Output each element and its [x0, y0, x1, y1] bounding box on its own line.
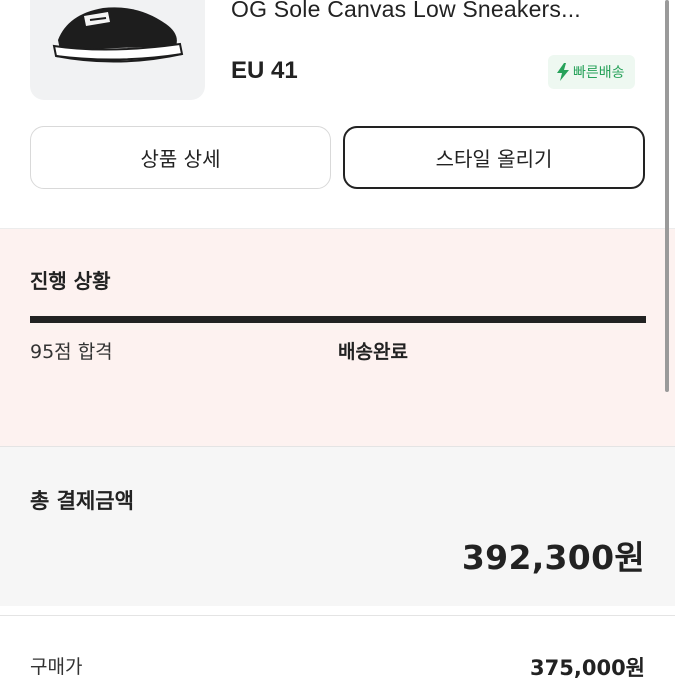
- progress-title: 진행 상황: [30, 269, 111, 293]
- section-divider: [0, 606, 675, 615]
- sneaker-image: [52, 7, 184, 63]
- delivery-stage: 배송완료: [338, 341, 408, 363]
- payment-total: 392,300원: [461, 538, 645, 577]
- progress-section: 진행 상황 95점 합격 배송완료: [0, 228, 675, 447]
- purchase-price-value: 375,000원: [530, 656, 645, 680]
- purchase-price-row: 구매가 375,000원: [0, 615, 675, 680]
- product-name[interactable]: OG Sole Canvas Low Sneakers...: [231, 0, 581, 23]
- scrollbar[interactable]: [665, 0, 669, 392]
- progress-bar: [30, 316, 646, 323]
- fast-delivery-label: 빠른배송: [573, 65, 625, 81]
- post-style-button[interactable]: 스타일 올리기: [343, 126, 645, 189]
- inspection-grade: 95점 합격: [30, 341, 113, 363]
- fast-delivery-badge: 빠른배송: [548, 55, 635, 89]
- product-thumbnail[interactable]: [30, 0, 205, 100]
- payment-title: 총 결제금액: [30, 489, 134, 513]
- lightning-icon: [557, 63, 569, 81]
- payment-section: 총 결제금액 392,300원: [0, 446, 675, 607]
- product-detail-button[interactable]: 상품 상세: [30, 126, 331, 189]
- product-card: OG Sole Canvas Low Sneakers... EU 41 빠른배…: [0, 0, 675, 228]
- product-size: EU 41: [231, 57, 298, 84]
